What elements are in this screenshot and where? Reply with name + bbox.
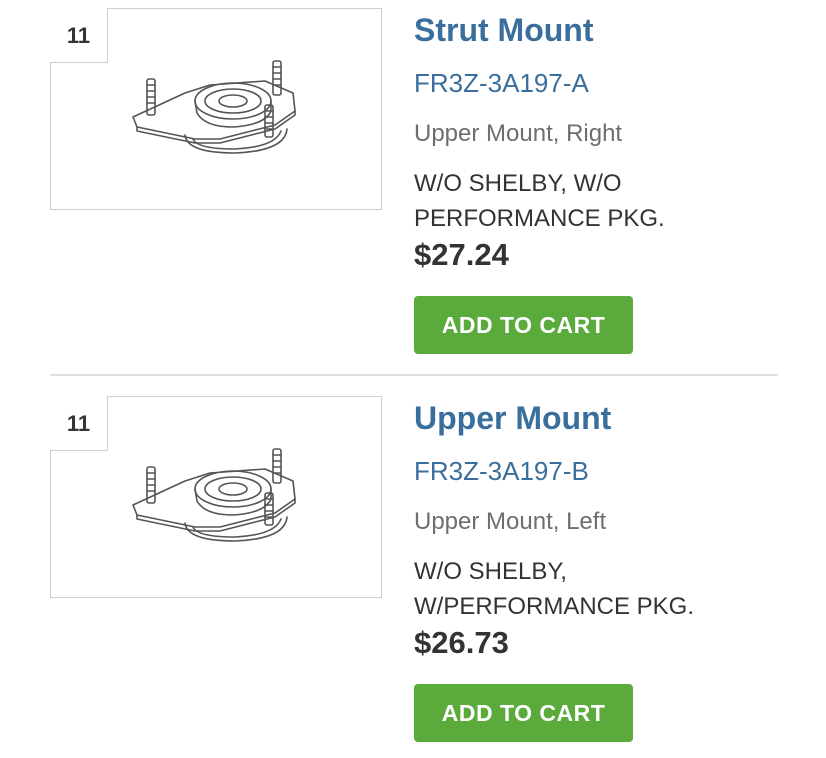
strut-mount-icon[interactable] (125, 443, 305, 553)
product-description: Upper Mount, Right (414, 120, 623, 147)
reference-number: 11 (50, 396, 108, 451)
product-card: 11 Strut Mount FR3Z-3A197-A Upper Mount,… (0, 0, 826, 376)
add-to-cart-button[interactable]: ADD TO CART (414, 296, 633, 354)
strut-mount-icon[interactable] (125, 55, 305, 165)
product-notes: W/O SHELBY, W/O PERFORMANCE PKG. (414, 170, 665, 232)
product-card: 11 Upper Mount FR3Z-3A197-B Upper Mount,… (0, 388, 826, 758)
product-description: Upper Mount, Left (414, 508, 607, 535)
product-title[interactable]: Strut Mount (414, 12, 594, 49)
product-title[interactable]: Upper Mount (414, 400, 611, 437)
product-price: $26.73 (414, 625, 509, 660)
add-to-cart-button[interactable]: ADD TO CART (414, 684, 633, 742)
product-price: $27.24 (414, 237, 509, 272)
product-divider (50, 374, 778, 376)
part-number-link[interactable]: FR3Z-3A197-B (414, 456, 589, 487)
product-notes: W/O SHELBY, W/PERFORMANCE PKG. (414, 558, 695, 620)
part-number-link[interactable]: FR3Z-3A197-A (414, 68, 589, 99)
reference-number: 11 (50, 8, 108, 63)
